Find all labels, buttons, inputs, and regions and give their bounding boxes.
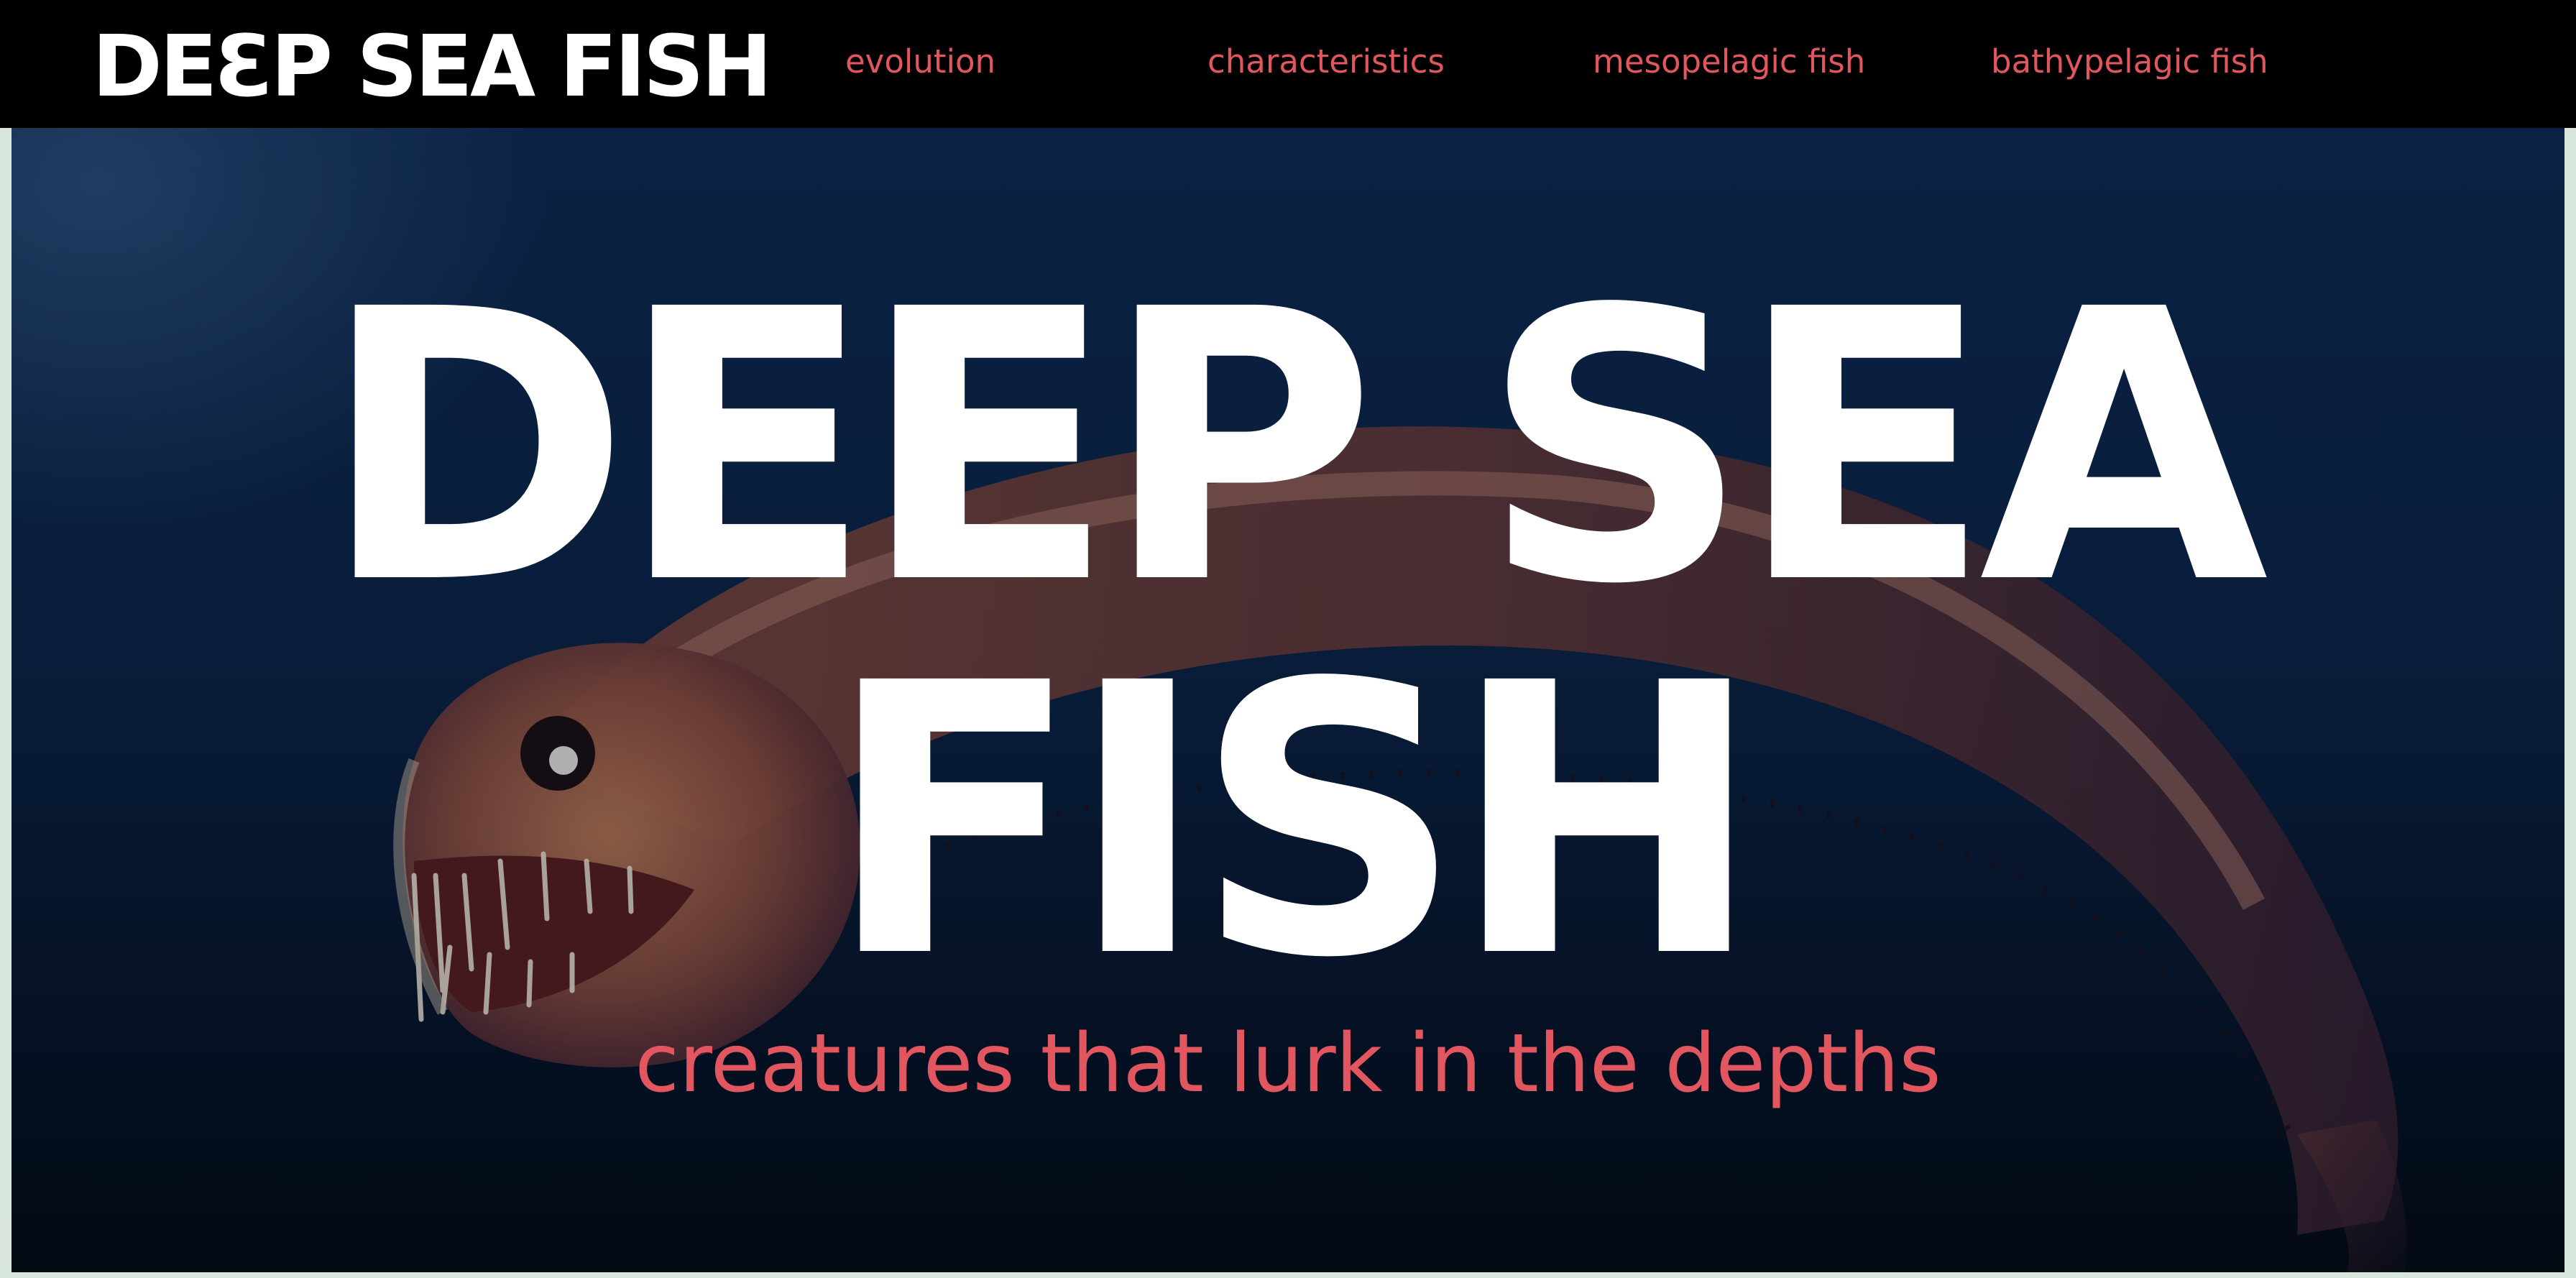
hero-title-line-1: DEEP SEA — [320, 230, 2268, 666]
nav-link-bathypelagic-fish[interactable]: bathypelagic fish — [1991, 40, 2268, 83]
nav-link-mesopelagic-fish[interactable]: mesopelagic fish — [1593, 40, 1865, 83]
nav-link-evolution[interactable]: evolution — [845, 40, 995, 83]
hero-tagline: creatures that lurk in the depths — [635, 1017, 1941, 1111]
hero-section: DEEP SEA FISH creatures that lurk in the… — [12, 128, 2564, 1272]
top-nav-bar: DEƐP SEA FISH evolution characteristics … — [0, 0, 2576, 128]
hero-title-line-2: FISH — [825, 604, 1763, 1039]
page-frame: DEƐP SEA FISH evolution characteristics … — [0, 0, 2576, 1278]
nav-link-characteristics[interactable]: characteristics — [1208, 40, 1445, 83]
hero-title: DEEP SEA FISH — [12, 261, 2564, 1008]
site-logo[interactable]: DEƐP SEA FISH — [92, 16, 772, 116]
